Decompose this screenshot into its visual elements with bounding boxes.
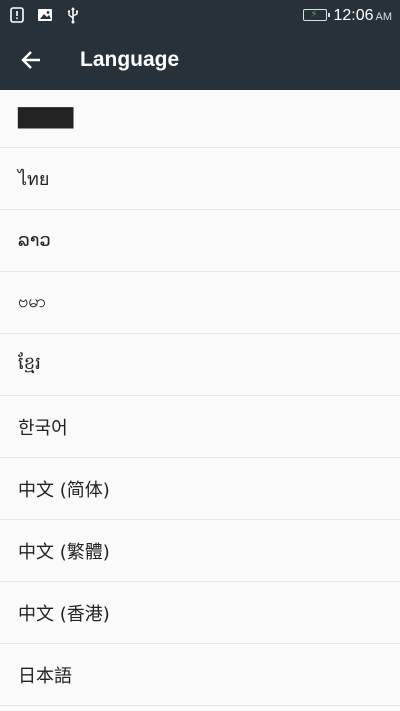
- arrow-left-icon: [21, 51, 40, 69]
- clock: 12:06 AM: [333, 5, 392, 25]
- language-item[interactable]: 日本語: [0, 644, 400, 706]
- language-item[interactable]: ████: [0, 90, 400, 148]
- language-item[interactable]: ဗမာ: [0, 272, 400, 334]
- language-list: ████ ไทย ລາວ ဗမာ ខ្មែរ 한국어 中文 (简体) 中文 (繁…: [0, 90, 400, 706]
- battery-charging-icon: ⚡: [303, 9, 331, 21]
- status-right: ⚡ 12:06 AM: [303, 0, 392, 30]
- app-bar: Language: [0, 30, 400, 90]
- language-item[interactable]: 中文 (香港): [0, 582, 400, 644]
- image-icon: [36, 6, 54, 24]
- language-item[interactable]: 中文 (简体): [0, 458, 400, 520]
- status-bar: ⚡ 12:06 AM: [0, 0, 400, 30]
- language-item[interactable]: 中文 (繁體): [0, 520, 400, 582]
- page-title: Language: [80, 48, 180, 71]
- language-item[interactable]: ไทย: [0, 148, 400, 210]
- usb-icon: [64, 6, 82, 24]
- alert-icon: [8, 6, 26, 24]
- language-item[interactable]: ខ្មែរ: [0, 334, 400, 396]
- clock-ampm: AM: [375, 11, 393, 23]
- notification-icons: [8, 6, 82, 24]
- back-button[interactable]: [12, 42, 50, 78]
- language-item[interactable]: ລາວ: [0, 210, 400, 272]
- clock-time: 12:06: [333, 7, 374, 24]
- language-item[interactable]: 한국어: [0, 396, 400, 458]
